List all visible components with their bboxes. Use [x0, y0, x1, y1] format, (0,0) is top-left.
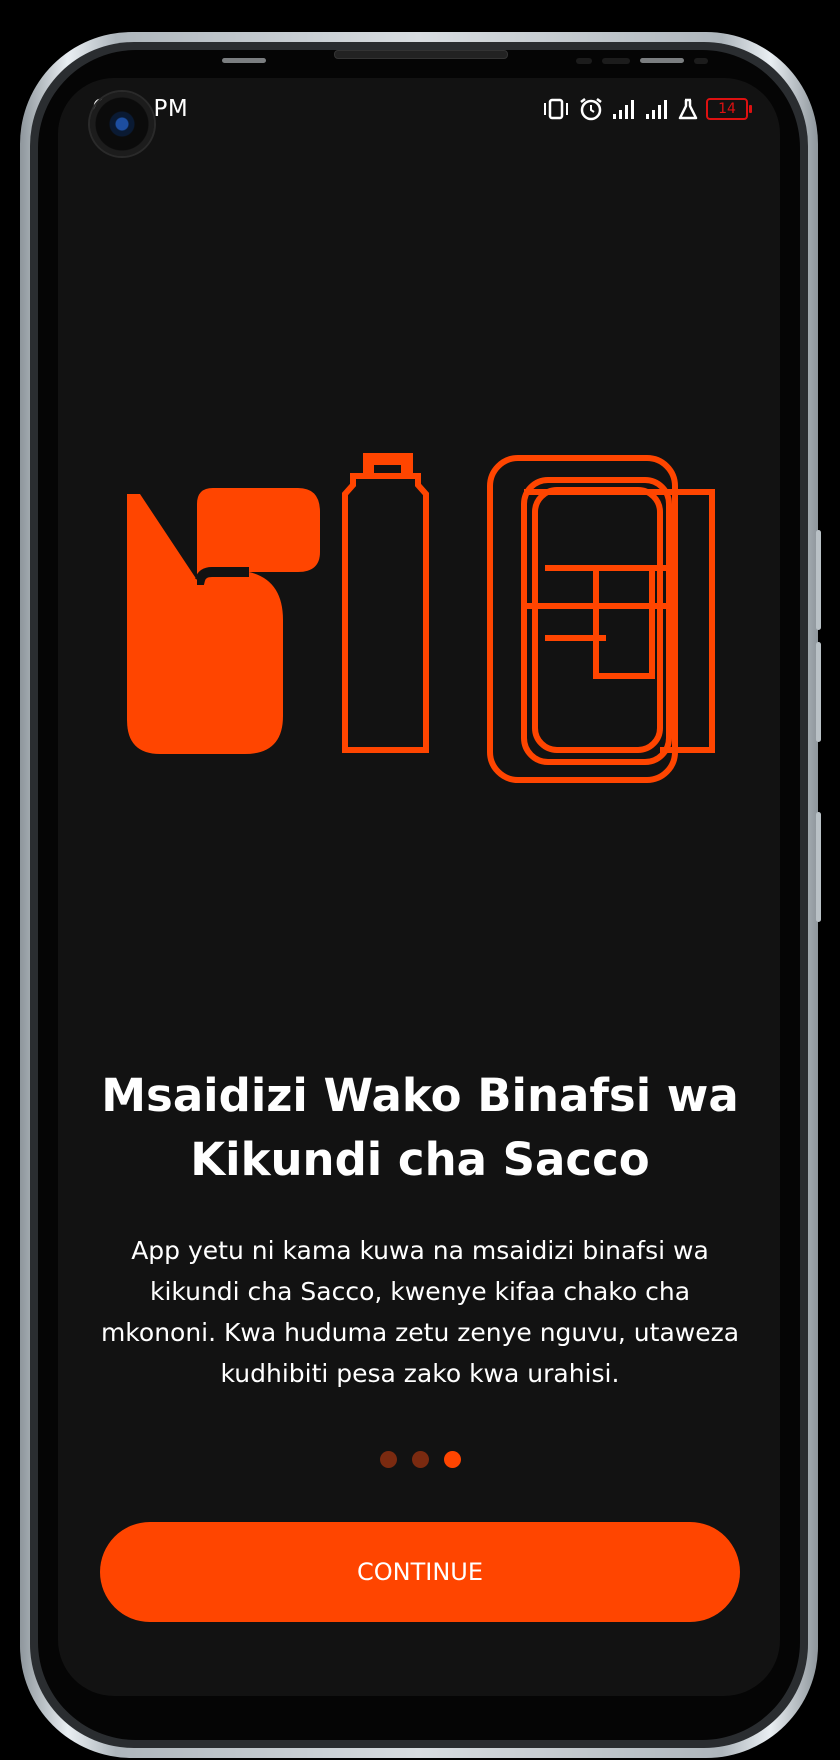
onboarding-title: Msaidizi Wako Binafsi wa Kikundi cha Sac… [101, 1069, 739, 1186]
i-shape-icon [342, 453, 429, 753]
b-shape-icon [127, 488, 320, 754]
page-dot-2[interactable] [411, 1451, 429, 1468]
onboarding-description: App yetu ni kama kuwa na msaidizi binafs… [100, 1236, 740, 1388]
page-indicator [0, 1451, 840, 1468]
page-dot-3[interactable] [443, 1451, 461, 1468]
continue-button[interactable]: CONTINUE [100, 1522, 740, 1622]
phone-wallet-icon [487, 455, 715, 783]
page-dot-1[interactable] [379, 1451, 397, 1468]
brand-illustration [127, 453, 715, 783]
